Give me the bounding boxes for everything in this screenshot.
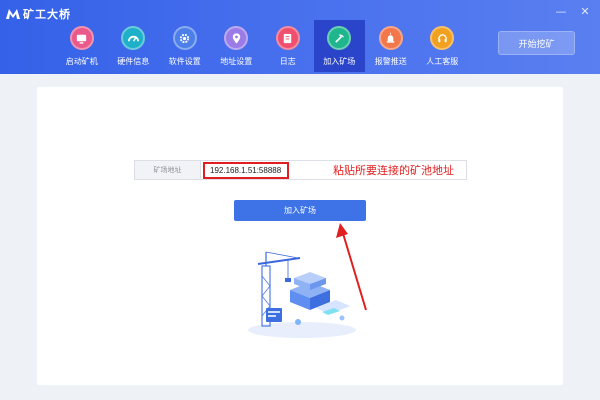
nav-label: 报警推送	[374, 57, 407, 66]
pool-address-label: 矿场地址	[135, 161, 201, 179]
gauge-icon	[121, 26, 146, 50]
content-panel	[37, 87, 563, 385]
nav-item-software-settings[interactable]: 软件设置	[159, 20, 211, 72]
gear-icon	[172, 26, 197, 50]
headset-icon	[430, 26, 455, 50]
nav-item-log[interactable]: 日志	[262, 20, 314, 72]
nav-label: 日志	[279, 57, 296, 66]
nav-label: 硬件信息	[117, 57, 150, 66]
start-mining-button[interactable]: 开始挖矿	[498, 31, 575, 55]
mining-icon	[327, 26, 352, 50]
nav-label: 人工客服	[426, 57, 459, 66]
annotation-highlight-box	[203, 162, 289, 179]
location-icon	[224, 26, 249, 50]
nav-item-join-mine[interactable]: 加入矿场	[313, 20, 365, 72]
nav-item-alarm-push[interactable]: 报警推送	[365, 20, 417, 72]
mining-tower-illustration	[248, 251, 356, 338]
close-button[interactable]: ✕	[578, 4, 592, 18]
window-controls: — ✕	[554, 4, 592, 18]
nav-label: 启动矿机	[65, 57, 98, 66]
logo-mark-icon	[6, 9, 20, 19]
app-header: 矿工大桥 — ✕ 启动矿机 硬件信息 软件设置 地址设置 日志 加入矿场 报警推…	[0, 0, 600, 74]
minimize-button[interactable]: —	[554, 4, 568, 18]
nav-item-address-settings[interactable]: 地址设置	[211, 20, 263, 72]
nav-label: 地址设置	[220, 57, 253, 66]
nav-item-hardware-info[interactable]: 硬件信息	[108, 20, 160, 72]
monitor-icon	[69, 26, 94, 50]
main-nav: 启动矿机 硬件信息 软件设置 地址设置 日志 加入矿场 报警推送 人工客服	[56, 20, 468, 72]
nav-item-start-miner[interactable]: 启动矿机	[56, 20, 108, 72]
nav-item-customer-service[interactable]: 人工客服	[417, 20, 469, 72]
annotation-text: 粘贴所要连接的矿池地址	[333, 164, 454, 177]
nav-label: 加入矿场	[323, 57, 356, 66]
alarm-icon	[378, 26, 403, 50]
nav-label: 软件设置	[168, 57, 201, 66]
document-icon	[275, 26, 300, 50]
